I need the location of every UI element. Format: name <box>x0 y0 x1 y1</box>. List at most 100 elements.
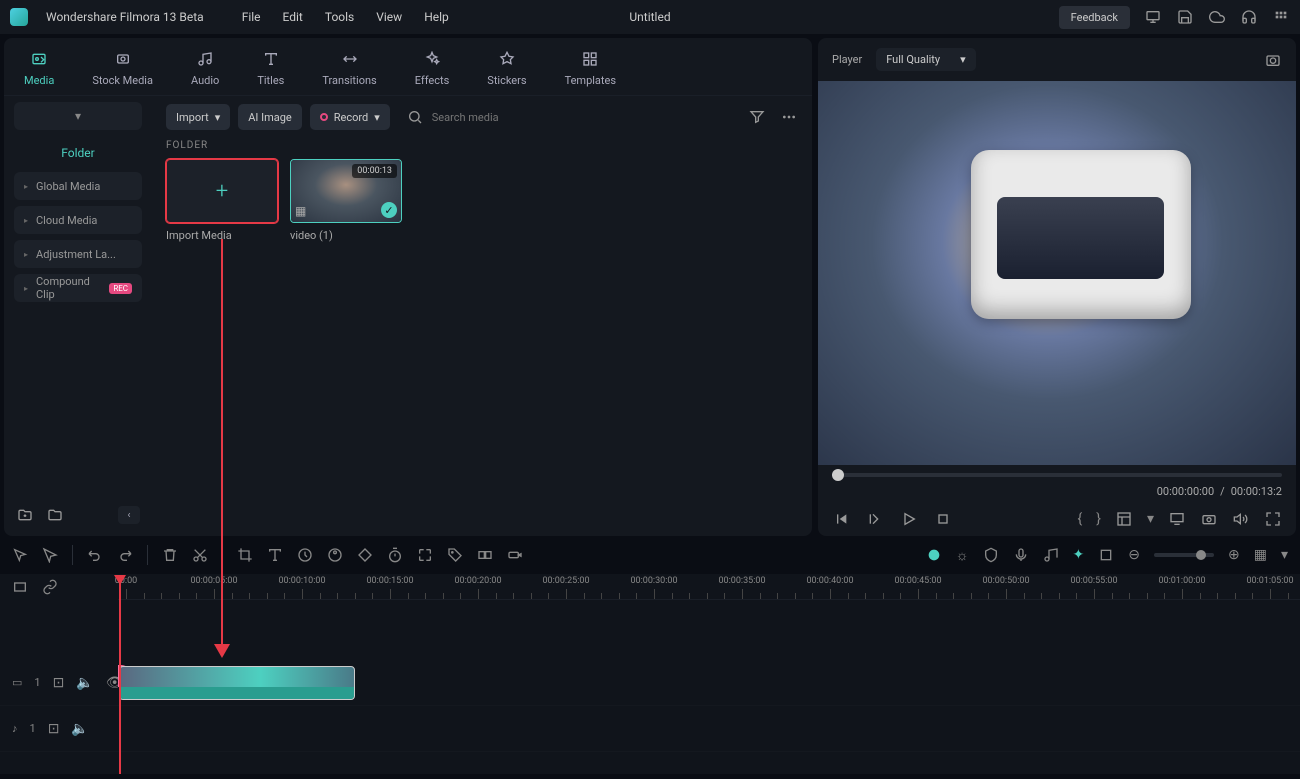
search-icon <box>406 108 424 126</box>
ai-icon[interactable] <box>926 547 942 563</box>
redo-icon[interactable] <box>117 547 133 563</box>
tab-effects[interactable]: Effects <box>407 46 458 89</box>
link-icon[interactable] <box>42 579 58 595</box>
zoom-in-icon[interactable]: ⊕ <box>1228 547 1240 563</box>
delete-icon[interactable] <box>162 547 178 563</box>
timeline-clip[interactable] <box>119 666 355 700</box>
record-tl-icon[interactable] <box>507 547 523 563</box>
shield-icon[interactable] <box>983 547 999 563</box>
mic-icon[interactable] <box>1013 547 1029 563</box>
document-title: Untitled <box>629 10 670 24</box>
keyframe-icon[interactable] <box>357 547 373 563</box>
menu-tools[interactable]: Tools <box>325 10 354 24</box>
tab-titles[interactable]: Titles <box>249 46 292 89</box>
cursor-icon[interactable] <box>12 547 28 563</box>
effects-icon <box>421 48 443 70</box>
sidebar-item-cloud-media[interactable]: ▸Cloud Media <box>14 206 142 234</box>
feedback-button[interactable]: Feedback <box>1059 6 1130 29</box>
mark-out-icon[interactable]: } <box>1096 511 1101 527</box>
headphones-icon[interactable] <box>1240 8 1258 26</box>
menu-help[interactable]: Help <box>424 10 449 24</box>
playhead[interactable] <box>119 578 121 774</box>
duration-badge: 00:00:13 <box>352 164 397 178</box>
save-icon[interactable] <box>1176 8 1194 26</box>
folder-icon[interactable] <box>46 506 64 524</box>
seek-bar[interactable] <box>832 473 1282 477</box>
speed-icon[interactable] <box>297 547 313 563</box>
sidebar-item-global-media[interactable]: ▸Global Media <box>14 172 142 200</box>
magnet-icon[interactable]: ✦ <box>1073 547 1085 563</box>
more-icon[interactable] <box>780 108 798 126</box>
mute-icon[interactable]: 🔈 <box>71 721 88 737</box>
chevron-down-icon[interactable]: ▾ <box>1281 547 1288 563</box>
video-track: ▭ 1 ⊡ 🔈 👁 <box>0 660 1300 706</box>
new-folder-icon[interactable] <box>16 506 34 524</box>
lock-icon[interactable]: ⊡ <box>48 721 60 737</box>
crop-icon[interactable] <box>237 547 253 563</box>
volume-icon[interactable] <box>1232 510 1250 528</box>
tab-transitions[interactable]: Transitions <box>314 46 384 89</box>
music-icon[interactable] <box>1043 547 1059 563</box>
expand-icon[interactable] <box>417 547 433 563</box>
fullscreen-icon[interactable] <box>1264 510 1282 528</box>
prev-frame-icon[interactable] <box>832 510 850 528</box>
quality-dropdown[interactable]: Full Quality▾ <box>876 48 975 71</box>
tab-audio[interactable]: Audio <box>183 46 227 89</box>
menu-file[interactable]: File <box>242 10 261 24</box>
text-icon[interactable] <box>267 547 283 563</box>
import-media-card[interactable]: + Import Media <box>166 159 278 242</box>
timeline-box-icon[interactable] <box>12 579 28 595</box>
sidebar-item-compound-clip[interactable]: ▸Compound ClipREC <box>14 274 142 302</box>
color-icon[interactable] <box>327 547 343 563</box>
undo-icon[interactable] <box>87 547 103 563</box>
mark-in-icon[interactable]: { <box>1077 511 1082 527</box>
record-button[interactable]: Record▾ <box>310 104 390 130</box>
timeline-ruler[interactable]: 00:0000:00:05:0000:00:10:0000:00:15:0000… <box>118 574 1300 600</box>
search-input[interactable] <box>432 111 740 124</box>
play-prev-icon[interactable] <box>866 510 884 528</box>
sidebar-item-adjustment-layer[interactable]: ▸Adjustment La... <box>14 240 142 268</box>
camera-icon[interactable] <box>1200 510 1218 528</box>
sidebar-collapse[interactable]: ‹ <box>118 506 140 524</box>
layout-icon[interactable] <box>1115 510 1133 528</box>
duration-icon[interactable] <box>387 547 403 563</box>
player-panel: Player Full Quality▾ 00:00:00:00 / 00:00… <box>818 38 1296 536</box>
filter-icon[interactable] <box>748 108 766 126</box>
app-name: Wondershare Filmora 13 Beta <box>46 10 204 24</box>
apps-icon[interactable] <box>1272 8 1290 26</box>
play-icon[interactable] <box>900 510 918 528</box>
stickers-icon <box>496 48 518 70</box>
cut-icon[interactable] <box>192 547 208 563</box>
ai-image-button[interactable]: AI Image <box>238 104 302 130</box>
tab-stock-media[interactable]: Stock Media <box>84 46 161 89</box>
view-grid-icon[interactable]: ▦ <box>1254 547 1267 563</box>
tab-templates[interactable]: Templates <box>557 46 624 89</box>
ruler-label: 00:00:30:00 <box>630 576 677 586</box>
sun-icon[interactable]: ☼ <box>956 547 969 564</box>
monitor-icon[interactable] <box>1144 8 1162 26</box>
media-panel: Media Stock Media Audio Titles Transitio… <box>4 38 812 536</box>
layers-icon[interactable] <box>1098 547 1114 563</box>
tab-stickers[interactable]: Stickers <box>479 46 534 89</box>
mute-icon[interactable]: 🔈 <box>76 675 93 691</box>
seek-knob[interactable] <box>832 469 844 481</box>
menu-edit[interactable]: Edit <box>283 10 303 24</box>
select-icon[interactable] <box>42 547 58 563</box>
display-icon[interactable] <box>1168 510 1186 528</box>
snapshot-icon[interactable] <box>1264 51 1282 69</box>
zoom-slider[interactable] <box>1154 553 1214 557</box>
sidebar-dropdown[interactable]: ▾ <box>14 102 142 130</box>
tab-media[interactable]: Media <box>16 46 62 89</box>
menu-view[interactable]: View <box>376 10 402 24</box>
tag-icon[interactable] <box>447 547 463 563</box>
import-button[interactable]: Import▾ <box>166 104 230 130</box>
zoom-out-icon[interactable]: ⊖ <box>1128 547 1140 563</box>
group-icon[interactable] <box>477 547 493 563</box>
chevron-down-icon[interactable]: ▾ <box>1147 511 1154 527</box>
video-preview[interactable] <box>818 81 1296 465</box>
stop-icon[interactable] <box>934 510 952 528</box>
cloud-icon[interactable] <box>1208 8 1226 26</box>
sidebar-folder-label[interactable]: Folder <box>14 136 142 166</box>
lock-icon[interactable]: ⊡ <box>53 675 65 691</box>
video-card[interactable]: 00:00:13 ▦ ✓ video (1) <box>290 159 402 242</box>
